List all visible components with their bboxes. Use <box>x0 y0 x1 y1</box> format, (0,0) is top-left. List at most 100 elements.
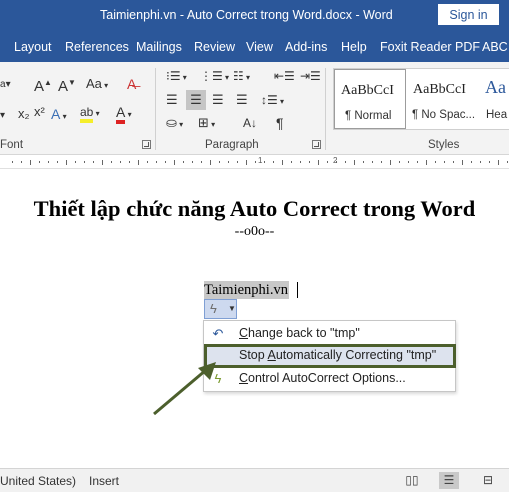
numbering-icon[interactable]: ⋮☰ ▾ <box>200 68 229 86</box>
style-name: ¶ Normal <box>345 110 392 122</box>
tab-layout[interactable]: Layout <box>14 40 52 54</box>
horizontal-ruler[interactable]: 1 2 <box>0 155 509 169</box>
web-layout-icon[interactable]: ⊟ <box>478 472 498 489</box>
superscript-icon[interactable]: x² <box>34 104 45 120</box>
ruler-number: 1 <box>258 156 263 165</box>
ruler-tick <box>381 161 382 163</box>
ruler-tick <box>129 161 130 163</box>
ruler-tick <box>255 161 256 163</box>
ruler-tick <box>471 161 472 163</box>
ruler-number: 2 <box>333 156 338 165</box>
style-no-spacing[interactable]: AaBbCcI ¶ No Spac... <box>407 69 479 129</box>
tab-foxit-reader-pdf[interactable]: Foxit Reader PDF <box>380 40 480 54</box>
sort-icon[interactable]: A↓ <box>243 115 257 131</box>
insert-mode-status[interactable]: Insert <box>89 474 119 488</box>
ruler-tick <box>174 160 175 165</box>
ruler-tick <box>417 161 418 163</box>
styles-gallery: AaBbCcI ¶ Normal AaBbCcI ¶ No Spac... Aa… <box>333 68 509 130</box>
ruler-tick <box>282 160 283 165</box>
document-heading: Thiết lập chức năng Auto Correct trong W… <box>33 196 476 221</box>
autocorrected-word[interactable]: Taimienphi.vn <box>204 281 289 299</box>
font-color-icon[interactable]: A ▾ <box>116 104 132 124</box>
ruler-tick <box>426 160 427 165</box>
font-group-label: Font <box>0 139 24 151</box>
multilevel-list-icon[interactable]: ☷ ▾ <box>233 68 250 86</box>
read-mode-icon[interactable]: ▯▯ <box>402 472 422 489</box>
tab-add-ins[interactable]: Add-ins <box>285 40 327 54</box>
ruler-tick <box>300 161 301 163</box>
ruler-tick <box>120 161 121 163</box>
highlight-color-icon[interactable]: ab ▾ <box>80 104 100 123</box>
document-page[interactable]: Thiết lập chức năng Auto Correct trong W… <box>0 170 509 468</box>
ruler-tick <box>435 161 436 163</box>
ruler-tick <box>57 161 58 163</box>
subscript-icon[interactable]: x₂ <box>18 106 30 122</box>
increase-indent-icon[interactable]: ⇥☰ <box>300 68 321 84</box>
menu-item-label: Control AutoCorrect Options... <box>239 371 406 385</box>
tab-abc[interactable]: ABC <box>482 40 508 54</box>
undo-arrow-icon: ↶ <box>212 326 224 341</box>
change-case-icon[interactable]: Aa ▾ <box>86 76 108 94</box>
paragraph-group-label: Paragraph <box>205 139 259 151</box>
ruler-tick <box>399 161 400 163</box>
tab-view[interactable]: View <box>246 40 273 54</box>
ruler-tick <box>21 161 22 163</box>
decrease-indent-icon[interactable]: ⇤☰ <box>274 68 295 84</box>
annotation-arrow-icon <box>153 362 216 416</box>
shrink-font-icon[interactable]: a▾ <box>0 77 11 93</box>
ruler-tick <box>309 161 310 163</box>
sign-in-button[interactable]: Sign in <box>438 4 499 25</box>
center-align-icon[interactable]: ☰ <box>186 90 206 110</box>
ruler-tick <box>372 161 373 163</box>
menu-item-control-autocorrect-options[interactable]: ϟ Control AutoCorrect Options... <box>205 368 455 390</box>
tab-help[interactable]: Help <box>341 40 367 54</box>
text-effects-icon[interactable]: A ▾ <box>51 106 67 125</box>
style-name: Hea <box>486 109 508 121</box>
style-normal[interactable]: AaBbCcI ¶ Normal <box>334 69 406 129</box>
tab-review[interactable]: Review <box>194 40 235 54</box>
style-sample: AaBbCcI <box>341 83 394 98</box>
ruler-tick <box>30 160 31 165</box>
align-right-icon[interactable]: ☰ <box>212 92 224 108</box>
ruler-tick <box>183 161 184 163</box>
text-cursor <box>297 282 298 298</box>
ruler-tick <box>102 160 103 165</box>
bullets-icon[interactable]: ⁝☰ ▾ <box>166 68 187 86</box>
line-spacing-icon[interactable]: ↕☰ ▾ <box>261 92 284 110</box>
ruler-tick <box>228 161 229 163</box>
font-dropdown-arrow-icon[interactable]: ▾ <box>0 108 5 124</box>
ruler-tick <box>84 161 85 163</box>
language-status[interactable]: United States) <box>0 474 76 488</box>
tab-references[interactable]: References <box>65 40 129 54</box>
clear-formatting-icon[interactable]: A̶ <box>127 76 136 92</box>
style-heading[interactable]: Aa Hea <box>480 69 509 129</box>
status-bar: United States) Insert ▯▯ ☰ ⊟ <box>0 468 509 492</box>
print-layout-icon[interactable]: ☰ <box>439 472 459 489</box>
shading-icon[interactable]: ⛀ ▾ <box>166 115 183 133</box>
tab-mailings[interactable]: Mailings <box>136 40 182 54</box>
ruler-tick <box>327 161 328 163</box>
document-subheading: --o0o-- <box>234 224 275 239</box>
ruler-tick <box>444 161 445 163</box>
justify-icon[interactable]: ☰ <box>236 92 248 108</box>
borders-icon[interactable]: ⊞ ▾ <box>198 115 215 133</box>
ruler-tick <box>219 161 220 163</box>
ruler-tick <box>498 160 499 165</box>
ruler-tick <box>480 161 481 163</box>
autocorrect-options-menu: ↶ Change back to "tmp" Stop Automaticall… <box>203 320 456 392</box>
font-dialog-launcher-icon[interactable] <box>142 140 151 149</box>
menu-item-stop-autocorrecting[interactable]: Stop Automatically Correcting "tmp" <box>204 344 456 368</box>
show-formatting-marks-icon[interactable]: ¶ <box>276 115 284 131</box>
align-left-icon[interactable]: ☰ <box>166 92 184 108</box>
menu-item-label: Change back to "tmp" <box>239 326 360 340</box>
grow-font-icon[interactable]: A▲ <box>34 75 52 95</box>
chevron-down-icon: ▼ <box>228 304 236 313</box>
styles-group-label: Styles <box>428 139 460 151</box>
ruler-tick <box>210 160 211 165</box>
autocorrect-options-button[interactable]: ϟ ▼ <box>204 299 237 319</box>
menu-item-change-back[interactable]: ↶ Change back to "tmp" <box>205 323 455 345</box>
paragraph-dialog-launcher-icon[interactable] <box>312 140 321 149</box>
ruler-tick <box>138 160 139 165</box>
shrink-font-size-icon[interactable]: A▼ <box>58 75 76 95</box>
ruler-tick <box>453 161 454 163</box>
